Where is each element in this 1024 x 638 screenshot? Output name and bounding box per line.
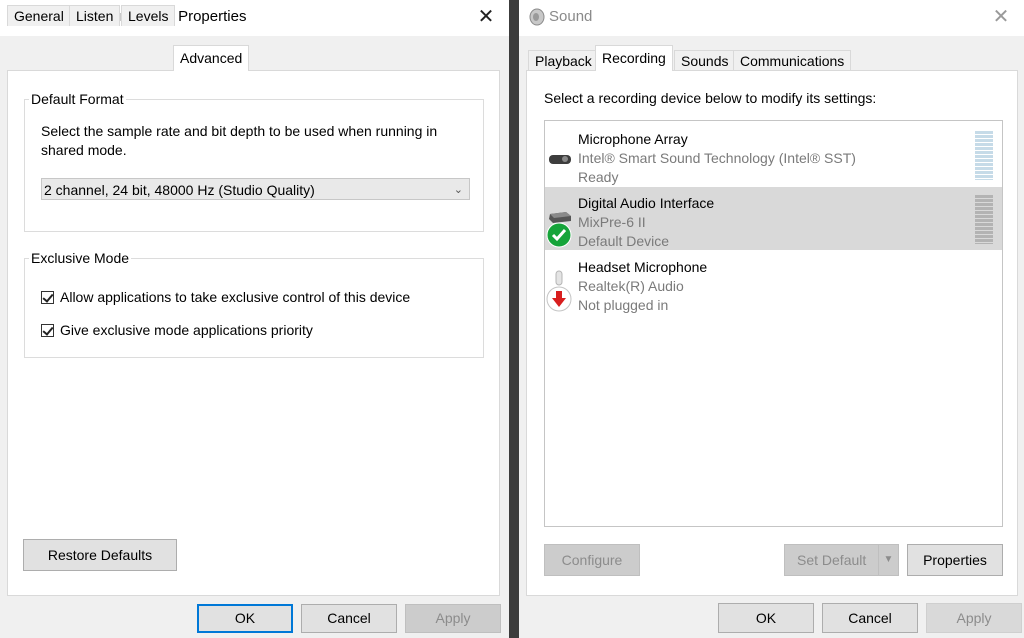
microphone-array-icon	[547, 141, 573, 181]
list-item-digital-audio-interface[interactable]: Digital Audio Interface MixPre-6 II Defa…	[545, 187, 1002, 250]
exclusive-mode-label: Exclusive Mode	[29, 250, 132, 266]
device-status: Not plugged in	[578, 297, 669, 313]
exclusive-mode-group: Exclusive Mode Allow applications to tak…	[24, 250, 484, 358]
properties-button[interactable]: Properties	[907, 544, 1003, 576]
default-format-group: Default Format Select the sample rate an…	[24, 91, 484, 232]
chevron-down-icon[interactable]: ▼	[878, 545, 898, 575]
properties-window: Digital Audio Interface Properties ✕ Gen…	[0, 0, 509, 638]
exclusive-priority-checkbox[interactable]	[41, 323, 54, 337]
device-status: Ready	[578, 169, 619, 185]
title-bar: Sound ✕	[519, 0, 1024, 36]
format-dropdown[interactable]: 2 channel, 24 bit, 48000 Hz (Studio Qual…	[41, 178, 470, 200]
tab-general[interactable]: General	[7, 5, 71, 26]
close-button[interactable]: ✕	[473, 6, 499, 28]
chevron-down-icon: ⌄	[453, 184, 463, 196]
restore-defaults-button[interactable]: Restore Defaults	[23, 539, 177, 571]
set-default-button[interactable]: Set Default ▼	[784, 544, 899, 576]
list-item-headset-microphone[interactable]: Headset Microphone Realtek(R) Audio Not …	[545, 251, 1002, 314]
device-driver: Realtek(R) Audio	[578, 278, 684, 294]
tab-advanced[interactable]: Advanced	[173, 45, 250, 71]
device-driver: MixPre-6 II	[578, 214, 646, 230]
device-status: Default Device	[578, 233, 670, 249]
exclusive-control-label: Allow applications to take exclusive con…	[60, 289, 411, 305]
tab-recording[interactable]: Recording	[595, 45, 673, 71]
list-item-microphone-array[interactable]: Microphone Array Intel® Smart Sound Tech…	[545, 123, 1002, 186]
exclusive-control-option[interactable]: Allow applications to take exclusive con…	[41, 289, 410, 305]
configure-button[interactable]: Configure	[544, 544, 640, 576]
device-driver: Intel® Smart Sound Technology (Intel® SS…	[578, 150, 856, 166]
recording-instruction: Select a recording device below to modif…	[544, 90, 877, 106]
level-meter	[975, 131, 993, 180]
exclusive-control-checkbox[interactable]	[41, 290, 54, 304]
ok-button[interactable]: OK	[718, 603, 814, 633]
exclusive-priority-option[interactable]: Give exclusive mode applications priorit…	[41, 322, 313, 338]
speaker-icon	[528, 8, 546, 29]
format-selected-value: 2 channel, 24 bit, 48000 Hz (Studio Qual…	[44, 182, 315, 198]
cancel-button[interactable]: Cancel	[822, 603, 918, 633]
window-title: Sound	[549, 8, 593, 25]
apply-button[interactable]: Apply	[405, 604, 501, 633]
device-name: Headset Microphone	[578, 259, 708, 275]
set-default-label: Set Default	[797, 552, 867, 568]
level-meter	[975, 195, 993, 244]
tab-playback[interactable]: Playback	[528, 50, 599, 71]
close-button[interactable]: ✕	[988, 6, 1014, 28]
tab-levels[interactable]: Levels	[121, 5, 176, 26]
apply-button[interactable]: Apply	[926, 603, 1022, 633]
format-description: Select the sample rate and bit depth to …	[41, 123, 438, 158]
device-name: Microphone Array	[578, 131, 688, 147]
cancel-button[interactable]: Cancel	[301, 604, 397, 633]
exclusive-priority-label: Give exclusive mode applications priorit…	[60, 322, 313, 338]
unplugged-arrow-icon	[546, 286, 572, 315]
ok-button[interactable]: OK	[197, 604, 293, 633]
tab-listen[interactable]: Listen	[69, 5, 121, 26]
tab-sounds[interactable]: Sounds	[674, 50, 736, 71]
advanced-panel: Default Format Select the sample rate an…	[7, 70, 500, 596]
tab-communications[interactable]: Communications	[733, 50, 852, 71]
device-list[interactable]: Microphone Array Intel® Smart Sound Tech…	[544, 120, 1003, 527]
default-check-icon	[546, 222, 572, 251]
default-format-label: Default Format	[29, 91, 126, 107]
device-name: Digital Audio Interface	[578, 195, 715, 211]
